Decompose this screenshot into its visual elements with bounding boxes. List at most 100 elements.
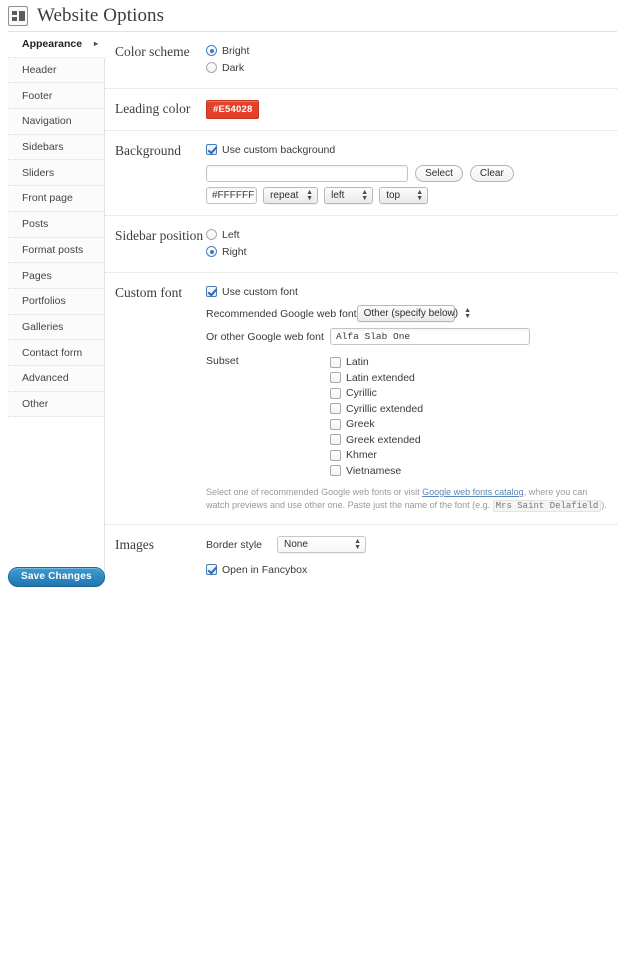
row-other-font: Or other Google web font Alfa Slab One: [206, 328, 617, 345]
sidebar-item-label: Other: [22, 397, 49, 410]
section-label: Background: [115, 143, 181, 158]
save-bar: Save Changes: [8, 567, 617, 589]
select-value: None: [284, 539, 308, 550]
sidebar-item-appearance[interactable]: Appearance ▸: [8, 32, 106, 58]
background-repeat-select[interactable]: repeat ▲ ▼: [263, 187, 319, 204]
sidebar-item-sidebars[interactable]: Sidebars: [8, 134, 104, 161]
checkbox-subset-khmer[interactable]: Khmer: [330, 448, 423, 462]
google-web-fonts-catalog-link[interactable]: Google web fonts catalog: [422, 487, 524, 497]
checkbox-icon[interactable]: [206, 286, 217, 297]
sidebar-item-advanced[interactable]: Advanced: [8, 365, 104, 392]
checkbox-label: Cyrillic: [346, 387, 377, 399]
sidebar-item-label: Sidebars: [22, 141, 64, 154]
section-label: Custom font: [115, 285, 183, 300]
sidebar-item-contact-form[interactable]: Contact form: [8, 340, 104, 366]
background-select-button[interactable]: Select: [415, 165, 463, 182]
radio-label: Left: [222, 228, 240, 241]
background-clear-button[interactable]: Clear: [469, 165, 514, 182]
other-font-label: Or other Google web font: [206, 330, 324, 343]
options-content: Color scheme Bright Dark Leading color #…: [105, 32, 617, 582]
radio-icon[interactable]: [206, 62, 217, 73]
border-style-select[interactable]: None ▲ ▼: [277, 536, 366, 553]
custom-font-hint: Select one of recommended Google web fon…: [206, 486, 610, 513]
checkbox-icon[interactable]: [206, 144, 217, 155]
section-label: Leading color: [115, 101, 191, 116]
hint-text-1: Select one of recommended Google web fon…: [206, 487, 423, 497]
radio-icon[interactable]: [206, 246, 217, 257]
leading-color-swatch[interactable]: #E54028: [206, 100, 260, 119]
checkbox-icon[interactable]: [330, 449, 341, 461]
radio-label: Bright: [222, 44, 250, 57]
sidebar-item-label: Front page: [22, 192, 73, 205]
row-subset: Subset Latin Latin extended Cyrillic Cyr…: [206, 354, 617, 479]
radio-option-bright[interactable]: Bright: [206, 43, 617, 58]
checkbox-subset-latin[interactable]: Latin: [330, 355, 423, 369]
checkbox-subset-vietnamese[interactable]: Vietnamese: [330, 464, 423, 478]
sidebar-item-header[interactable]: Header: [8, 57, 104, 84]
sidebar-item-format-posts[interactable]: Format posts: [8, 237, 104, 264]
checkbox-icon[interactable]: [330, 418, 341, 430]
sidebar-item-navigation[interactable]: Navigation: [8, 109, 104, 135]
checkbox-icon[interactable]: [330, 434, 341, 445]
sidebar-item-portfolios[interactable]: Portfolios: [8, 288, 104, 315]
radio-option-dark[interactable]: Dark: [206, 60, 617, 75]
checkbox-icon[interactable]: [330, 356, 341, 368]
sidebar-item-label: Navigation: [22, 115, 72, 128]
sidebar-item-galleries[interactable]: Galleries: [8, 314, 104, 341]
checkbox-subset-latin-extended[interactable]: Latin extended: [330, 371, 423, 385]
background-position-x-select[interactable]: left ▲ ▼: [324, 187, 374, 204]
checkbox-label: Vietnamese: [346, 464, 402, 477]
sidebar-item-label: Portfolios: [22, 295, 66, 308]
page-header: Website Options: [0, 0, 625, 31]
radio-icon[interactable]: [206, 45, 217, 56]
checkbox-label: Cyrillic extended: [346, 402, 424, 415]
radio-option-left[interactable]: Left: [206, 227, 617, 242]
select-arrows-icon: ▲ ▼: [464, 306, 472, 320]
checkbox-subset-cyrillic[interactable]: Cyrillic: [330, 386, 423, 400]
page-title: Website Options: [37, 4, 165, 26]
background-position-y-select[interactable]: top ▲ ▼: [379, 187, 429, 204]
sidebar-item-footer[interactable]: Footer: [8, 83, 104, 110]
checkbox-use-custom-font[interactable]: Use custom font: [206, 284, 617, 299]
recommended-font-select[interactable]: Other (specify below) ▲ ▼: [356, 305, 471, 322]
sidebar-nav: Appearance ▸ Header Footer Navigation Si…: [8, 32, 106, 967]
subset-checkbox-list: Latin Latin extended Cyrillic Cyrillic e…: [330, 355, 423, 479]
section-sidebar-position: Sidebar position Left Right: [105, 216, 617, 273]
checkbox-icon[interactable]: [330, 465, 341, 476]
save-changes-button[interactable]: Save Changes: [8, 567, 105, 587]
radio-option-right[interactable]: Right: [206, 244, 617, 259]
background-image-input[interactable]: [206, 165, 408, 182]
select-value: Other (specify below): [363, 308, 459, 319]
sidebar-filler: [8, 417, 104, 967]
checkbox-label: Use custom font: [222, 285, 298, 298]
checkbox-label: Use custom background: [222, 143, 336, 156]
sidebar-item-sliders[interactable]: Sliders: [8, 160, 104, 187]
select-arrows-icon: ▲ ▼: [354, 537, 361, 551]
sidebar-item-posts[interactable]: Posts: [8, 211, 104, 238]
radio-icon[interactable]: [206, 229, 217, 240]
sidebar-item-front-page[interactable]: Front page: [8, 186, 104, 212]
checkbox-icon[interactable]: [330, 403, 341, 414]
sidebar-item-pages[interactable]: Pages: [8, 263, 104, 289]
other-font-input[interactable]: Alfa Slab One: [330, 328, 530, 345]
checkbox-label: Greek: [346, 418, 375, 430]
select-value: repeat: [270, 190, 299, 201]
checkbox-subset-greek[interactable]: Greek: [330, 417, 423, 431]
section-background: Background Use custom background Select …: [105, 131, 617, 216]
checkbox-icon[interactable]: [330, 372, 341, 383]
sidebar-item-other[interactable]: Other: [8, 391, 104, 418]
sidebar-item-label: Contact form: [22, 346, 83, 359]
sidebar-item-label: Appearance: [22, 38, 83, 51]
checkbox-subset-greek-extended[interactable]: Greek extended: [330, 433, 423, 447]
checkbox-subset-cyrillic-extended[interactable]: Cyrillic extended: [330, 402, 423, 416]
checkbox-use-custom-background[interactable]: Use custom background: [206, 142, 617, 157]
background-color-input[interactable]: #FFFFFF: [206, 187, 257, 204]
hint-text-3: ).: [601, 500, 607, 510]
sidebar-item-label: Footer: [22, 89, 53, 102]
sidebar-item-label: Posts: [22, 218, 49, 231]
subset-label: Subset: [206, 355, 239, 367]
sidebar-item-label: Format posts: [22, 243, 84, 256]
checkbox-icon[interactable]: [330, 387, 341, 399]
sidebar-item-label: Sliders: [22, 166, 55, 179]
options-panel: Appearance ▸ Header Footer Navigation Si…: [8, 31, 617, 967]
